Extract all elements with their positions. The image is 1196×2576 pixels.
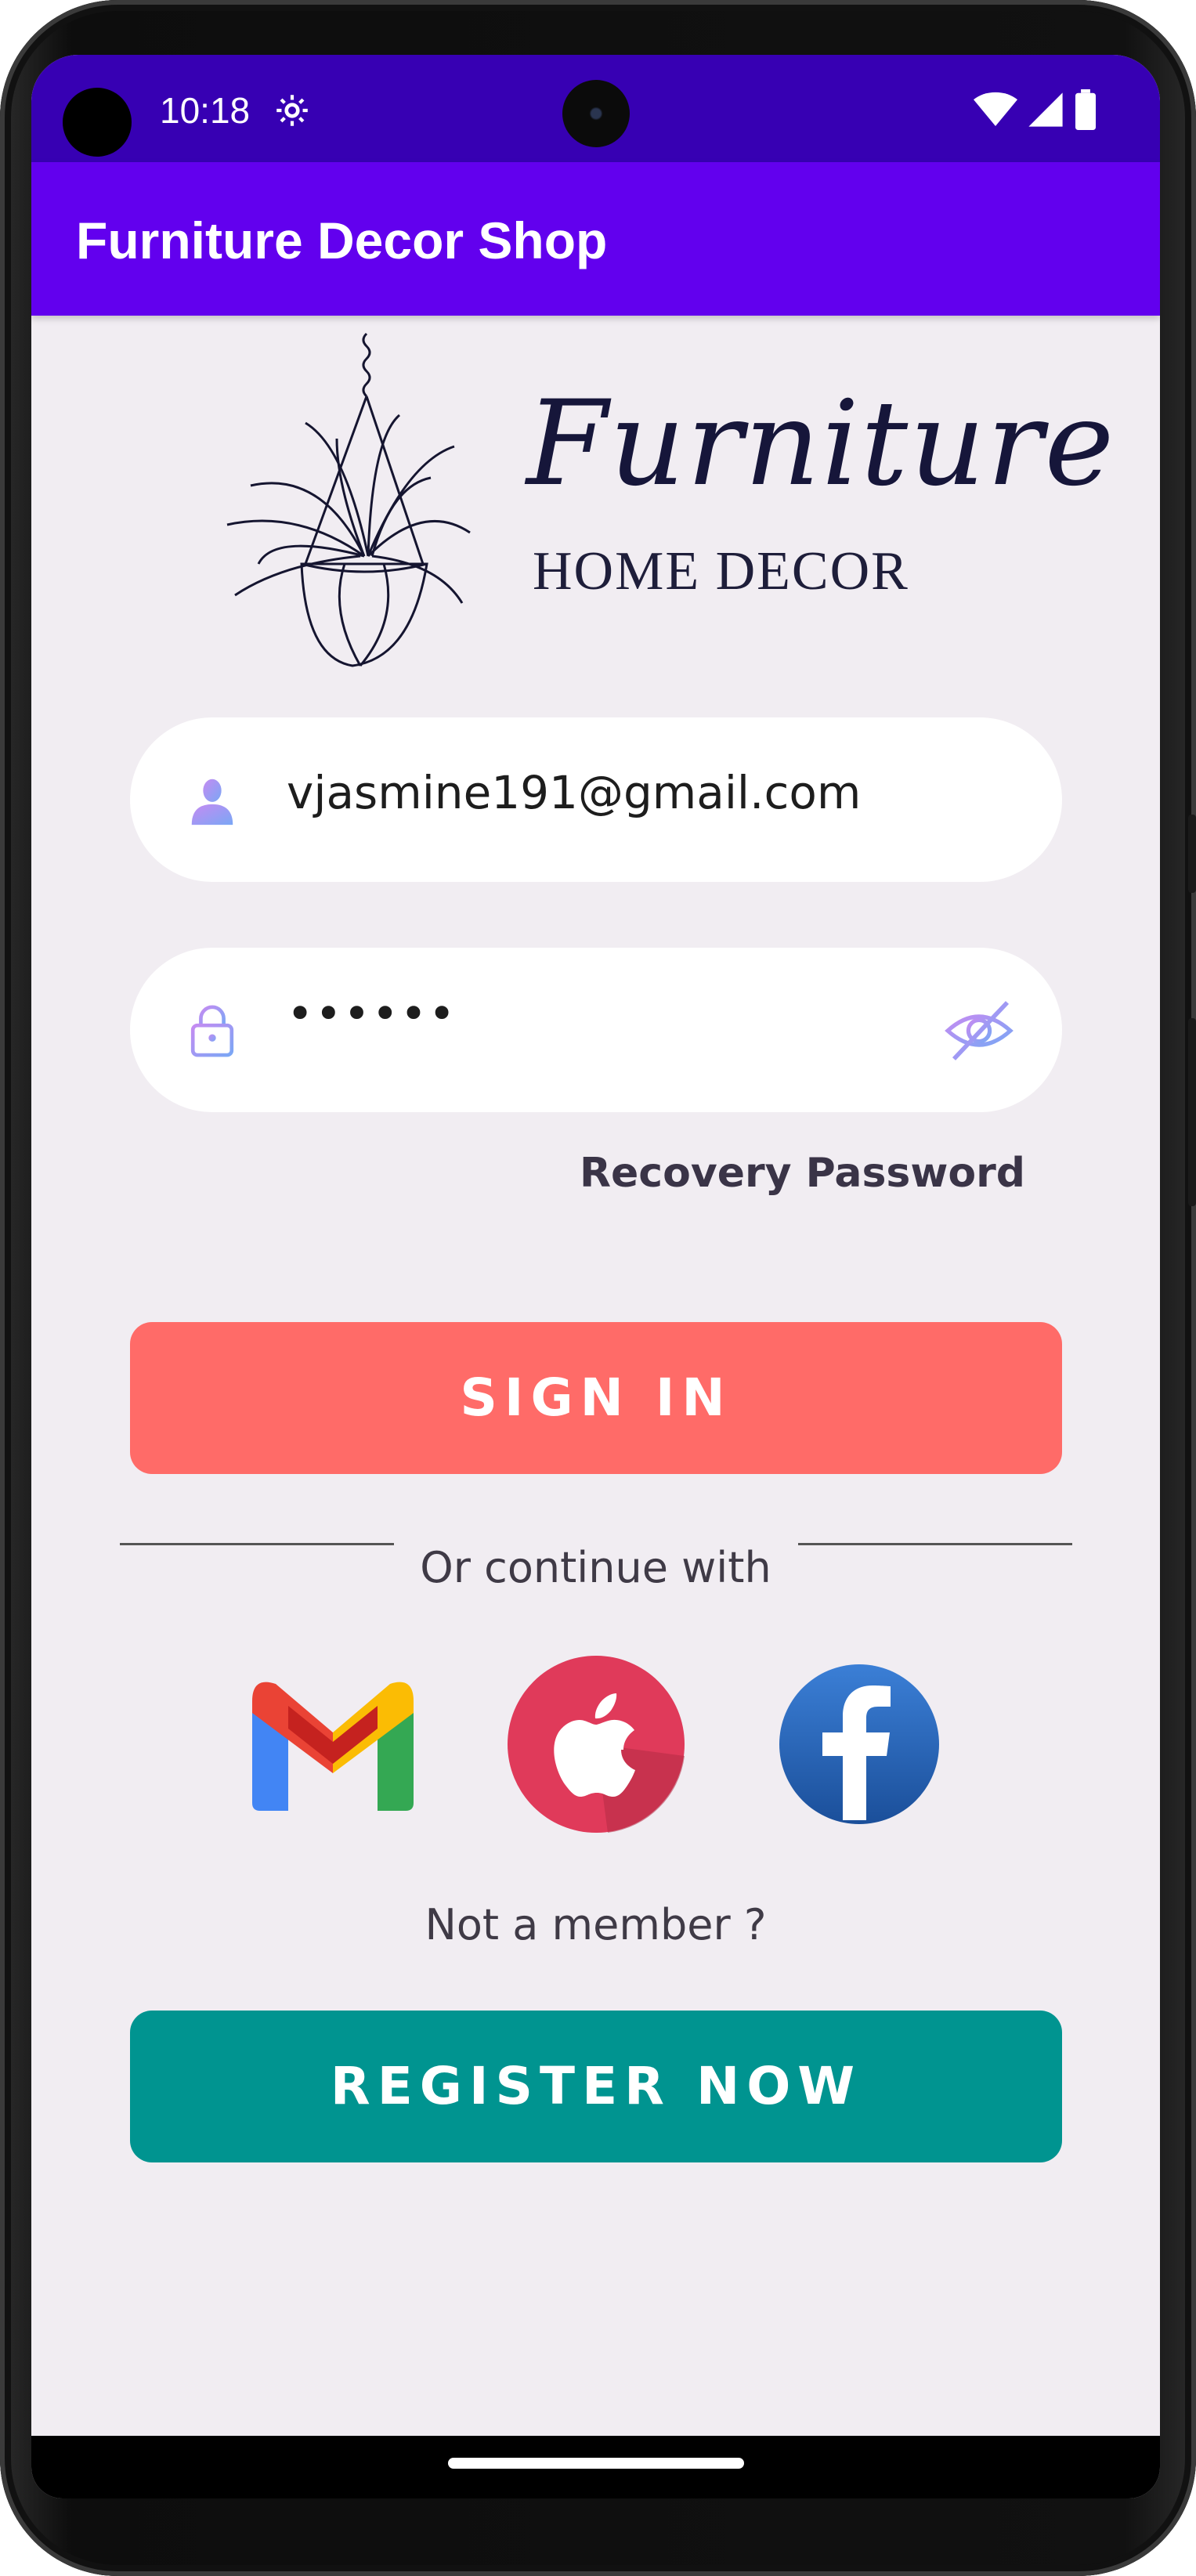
front-camera (562, 80, 630, 147)
not-member-text: Not a member ? (425, 1900, 767, 1949)
side-button (1188, 815, 1196, 893)
facebook-icon[interactable] (769, 1654, 949, 1834)
password-value: •••••• (287, 987, 457, 1040)
lock-icon (190, 1005, 234, 1057)
password-field[interactable]: •••••• (130, 948, 1062, 1112)
gmail-icon[interactable] (243, 1654, 423, 1834)
camera-cutout (63, 88, 132, 157)
app-title: Furniture Decor Shop (76, 211, 608, 269)
status-time: 10:18 (160, 90, 251, 131)
battery-icon (1075, 89, 1096, 130)
status-bar: 10:18 (31, 55, 1160, 162)
apple-icon[interactable] (506, 1654, 686, 1834)
screen: 10:18 Furniture Decor Shop Furniture HOM… (31, 55, 1160, 2498)
gear-icon (276, 95, 308, 126)
wifi-icon (974, 92, 1017, 126)
status-icons (974, 89, 1097, 130)
email-field[interactable]: vjasmine191@gmail.com (130, 717, 1062, 882)
register-now-button[interactable]: REGISTER NOW (130, 2011, 1062, 2162)
sign-in-button[interactable]: SIGN IN (130, 1322, 1062, 1474)
user-icon (191, 779, 233, 826)
eye-off-icon[interactable] (941, 993, 1017, 1068)
logo-script-text: Furniture (526, 376, 1116, 512)
navigation-bar (31, 2436, 1160, 2498)
logo-subtitle: HOME DECOR (533, 541, 909, 602)
home-gesture-handle[interactable] (448, 2458, 744, 2469)
volume-button (1188, 1018, 1196, 1206)
brand-logo: Furniture HOME DECOR (204, 329, 1114, 721)
signal-icon (1028, 92, 1063, 127)
divider-text: Or continue with (420, 1543, 771, 1592)
hanging-plant-icon (226, 332, 471, 667)
app-bar: Furniture Decor Shop (31, 162, 1160, 316)
email-value: vjasmine191@gmail.com (287, 766, 862, 819)
device-frame: 10:18 Furniture Decor Shop Furniture HOM… (0, 0, 1196, 2576)
recovery-password-link[interactable]: Recovery Password (580, 1150, 1025, 1197)
